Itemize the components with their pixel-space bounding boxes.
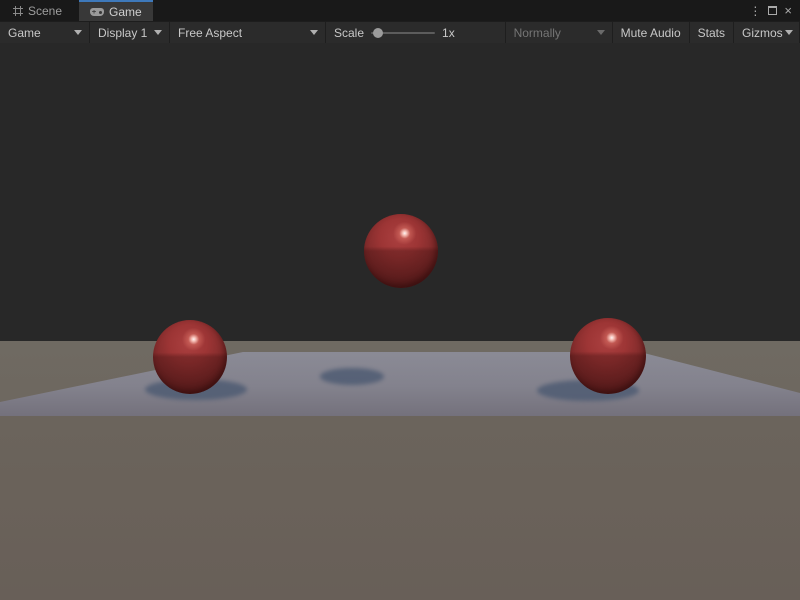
aspect-ratio-dropdown-label: Free Aspect <box>176 26 244 40</box>
scale-slider-knob[interactable] <box>373 28 383 38</box>
gizmos-dropdown-label: Gizmos <box>740 26 785 40</box>
tab-game-label: Game <box>109 5 142 19</box>
red-sphere-left <box>153 320 227 394</box>
game-viewport[interactable] <box>0 43 800 600</box>
chevron-down-icon <box>154 30 162 35</box>
play-mode-dropdown-label: Normally <box>512 26 563 40</box>
display-dropdown[interactable]: Display 1 <box>90 22 170 43</box>
scale-control: Scale 1x <box>326 22 461 43</box>
toolbar-spacer <box>461 22 505 43</box>
chevron-down-icon <box>74 30 82 35</box>
scale-value: 1x <box>442 26 455 40</box>
red-sphere-center <box>364 214 438 288</box>
game-mode-dropdown-label: Game <box>6 26 43 40</box>
tab-game[interactable]: Game <box>79 0 153 21</box>
maximize-icon[interactable] <box>768 6 777 15</box>
gizmos-dropdown[interactable]: Gizmos <box>734 22 800 43</box>
game-view-toolbar: Game Display 1 Free Aspect Scale 1x Norm… <box>0 21 800 43</box>
chevron-down-icon <box>785 30 793 35</box>
red-sphere-right <box>570 318 646 394</box>
foreground-ground <box>0 416 800 600</box>
stats-label: Stats <box>696 26 727 40</box>
tab-scene-label: Scene <box>28 4 62 18</box>
play-mode-dropdown[interactable]: Normally <box>505 22 613 43</box>
gamepad-icon <box>90 8 104 16</box>
mute-audio-label: Mute Audio <box>619 26 683 40</box>
window-controls: ⋮ × <box>749 0 800 21</box>
scene-grid-icon <box>13 6 23 16</box>
chevron-down-icon <box>597 30 605 35</box>
kebab-menu-icon[interactable]: ⋮ <box>749 5 761 17</box>
aspect-ratio-dropdown[interactable]: Free Aspect <box>170 22 326 43</box>
tabbar-spacer <box>153 0 750 21</box>
display-dropdown-label: Display 1 <box>96 26 149 40</box>
tab-bar: Scene Game ⋮ × <box>0 0 800 21</box>
sky-gradient <box>0 43 800 345</box>
close-icon[interactable]: × <box>784 4 792 17</box>
tab-scene[interactable]: Scene <box>2 0 73 21</box>
shadow-floating-sphere <box>320 368 384 385</box>
chevron-down-icon <box>310 30 318 35</box>
stats-button[interactable]: Stats <box>690 22 734 43</box>
game-mode-dropdown[interactable]: Game <box>0 22 90 43</box>
mute-audio-button[interactable]: Mute Audio <box>613 22 690 43</box>
scale-slider[interactable] <box>371 32 435 34</box>
scale-label: Scale <box>334 26 364 40</box>
